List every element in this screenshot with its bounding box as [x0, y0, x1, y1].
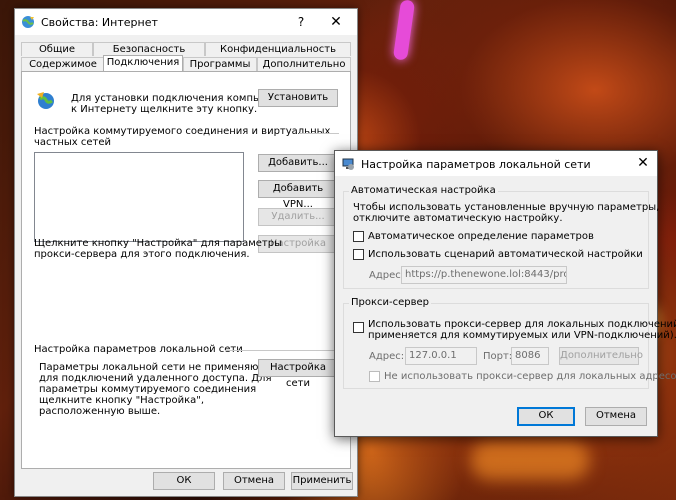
proxy-hint-line2: прокси-сервера для этого подключения.	[34, 249, 250, 260]
window-title: Настройка параметров локальной сети	[361, 158, 591, 171]
tab-security[interactable]: Безопасность	[93, 42, 205, 56]
internet-properties-dialog: Свойства: Интернет ? ✕ Общие Безопасност…	[14, 8, 358, 497]
setup-button[interactable]: Установить	[258, 89, 338, 107]
auto-detect-checkbox[interactable]	[353, 231, 364, 242]
tab-programs[interactable]: Программы	[183, 57, 257, 71]
cancel-button[interactable]: Отмена	[585, 407, 647, 426]
ok-button[interactable]: ОК	[517, 407, 575, 426]
tab-privacy[interactable]: Конфиденциальность	[205, 42, 351, 56]
remove-button[interactable]: Удалить...	[258, 208, 338, 226]
connections-listbox[interactable]	[34, 152, 244, 242]
help-button[interactable]: ?	[291, 13, 311, 31]
bypass-local-label[interactable]: Не использовать прокси-сервер для локаль…	[384, 371, 676, 383]
title-bar[interactable]: Настройка параметров локальной сети ✕	[335, 151, 657, 176]
use-proxy-checkbox[interactable]	[353, 322, 364, 333]
tab-content[interactable]: Содержимое	[21, 57, 105, 71]
script-address-label: Адрес	[369, 270, 401, 281]
close-button[interactable]: ✕	[323, 12, 349, 32]
window-title: Свойства: Интернет	[41, 16, 158, 29]
port-label: Порт:	[483, 351, 513, 362]
divider	[225, 350, 339, 351]
divider	[299, 133, 339, 134]
proxy-address-field[interactable]: 127.0.0.1	[405, 347, 477, 365]
proxy-address-label: Адрес:	[369, 351, 405, 362]
lan-settings-button[interactable]: Настройка сети	[258, 359, 338, 389]
use-proxy-label-line2[interactable]: применяется для коммутируемых или VPN-по…	[368, 330, 676, 342]
tab-general[interactable]: Общие	[21, 42, 93, 56]
auto-description-line2: отключите автоматическую настройку.	[353, 213, 563, 224]
group-label: Автоматическая настройка	[349, 185, 498, 196]
script-address-field[interactable]: https://p.thenewone.lol:8443/proxy.pac	[401, 266, 567, 284]
auto-detect-label[interactable]: Автоматическое определение параметров	[368, 231, 594, 243]
apply-button[interactable]: Применить	[291, 472, 353, 490]
lan-heading: Настройка параметров локальной сети	[34, 344, 243, 355]
lan-settings-dialog: Настройка параметров локальной сети ✕ Ав…	[334, 150, 676, 437]
cancel-button[interactable]: Отмена	[223, 472, 285, 490]
setup-text-line2: к Интернету щелкните эту кнопку.	[71, 104, 258, 115]
lan-text-line: расположенную выше.	[39, 406, 161, 417]
advanced-button[interactable]: Дополнительно	[559, 347, 643, 365]
add-vpn-button[interactable]: Добавить VPN...	[258, 180, 338, 210]
bypass-local-checkbox[interactable]	[369, 371, 380, 382]
globe-connection-icon	[37, 92, 54, 109]
dialup-heading-line2: частных сетей	[34, 137, 112, 148]
wallpaper-glow	[470, 440, 590, 480]
ok-button[interactable]: ОК	[153, 472, 215, 490]
port-field[interactable]: 8086	[511, 347, 549, 365]
group-label: Прокси-сервер	[349, 297, 432, 308]
internet-options-icon	[22, 16, 34, 28]
title-bar[interactable]: Свойства: Интернет ? ✕	[15, 9, 357, 35]
use-script-label[interactable]: Использовать сценарий автоматической нас…	[368, 249, 643, 261]
add-button[interactable]: Добавить...	[258, 154, 338, 172]
close-button[interactable]: ✕	[633, 153, 653, 173]
use-script-checkbox[interactable]	[353, 249, 364, 260]
tab-advanced[interactable]: Дополнительно	[257, 57, 351, 71]
tab-connections[interactable]: Подключения	[103, 55, 183, 71]
network-settings-icon	[342, 158, 354, 170]
wallpaper-neon-streak	[392, 0, 416, 61]
